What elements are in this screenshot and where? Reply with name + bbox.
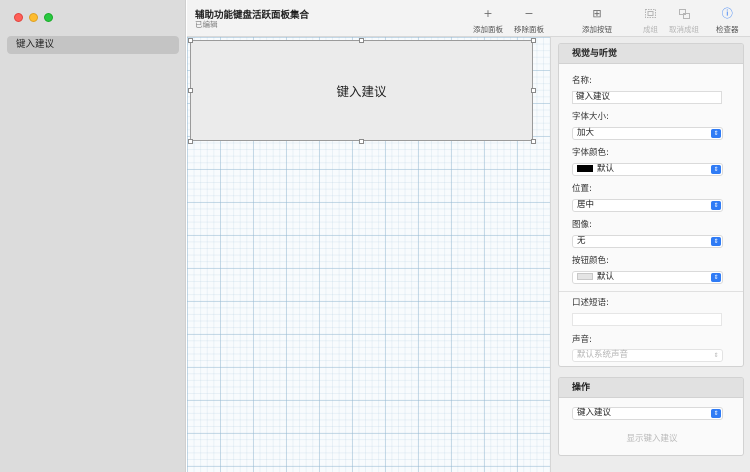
chevron-updown-icon: ⇕ (711, 165, 721, 174)
position-value: 居中 (577, 200, 595, 210)
group-label: 成组 (643, 25, 658, 34)
spoken-phrase-field[interactable] (572, 313, 722, 326)
image-value: 无 (577, 236, 586, 246)
sound-label: 声音: (572, 335, 592, 345)
add-button-label: 添加按钮 (582, 25, 612, 34)
panel-canvas[interactable]: 键入建议 (187, 37, 550, 472)
minimize-window-button[interactable] (29, 13, 38, 22)
resize-handle-right[interactable] (531, 88, 536, 93)
inspector-button[interactable]: ⓘ 检查器 (716, 6, 739, 35)
resize-handle-top-right[interactable] (531, 38, 536, 43)
close-window-button[interactable] (14, 13, 23, 22)
chevron-updown-icon: ⇕ (713, 352, 719, 359)
panel-button[interactable]: 键入建议 (191, 41, 532, 140)
add-panel-label: 添加面板 (473, 25, 503, 34)
chevron-updown-icon: ⇕ (711, 129, 721, 138)
info-icon: ⓘ (721, 7, 733, 20)
app-window: 键入建议 辅助功能键盘活跃面板集合 已编辑 + 添加面板 − 移除面板 ⊞ 添加… (0, 0, 750, 472)
button-color-swatch (577, 273, 593, 280)
zoom-window-button[interactable] (44, 13, 53, 22)
plus-icon: + (483, 7, 493, 20)
font-size-popup[interactable]: 加大 ⇕ (572, 127, 723, 140)
group-icon (645, 6, 656, 21)
chevron-updown-icon: ⇕ (711, 409, 721, 418)
resize-handle-bottom-right[interactable] (531, 139, 536, 144)
toolbar: 辅助功能键盘活跃面板集合 已编辑 + 添加面板 − 移除面板 ⊞ 添加按钮 成组… (187, 0, 750, 37)
sidebar: 键入建议 (0, 0, 186, 472)
resize-handle-top-left[interactable] (188, 38, 193, 43)
resize-handle-left[interactable] (188, 88, 193, 93)
minus-icon: − (524, 7, 534, 20)
ungroup-label: 取消成组 (669, 25, 699, 34)
inspector-pane: 视觉与听觉 名称: 键入建议 字体大小: 加大 ⇕ 字体颜色: 默认 ⇕ 位置:… (551, 37, 750, 472)
name-field[interactable]: 键入建议 (572, 91, 722, 104)
button-color-popup[interactable]: 默认 ⇕ (572, 271, 723, 284)
sound-popup[interactable]: 默认系统声音 ⇕ (572, 349, 723, 362)
add-button-icon: ⊞ (592, 7, 602, 20)
show-suggestions-button[interactable]: 显示键入建议 (559, 432, 743, 444)
divider (559, 291, 743, 292)
remove-panel-button[interactable]: − 移除面板 (514, 6, 544, 35)
add-panel-button[interactable]: + 添加面板 (473, 6, 503, 35)
chevron-updown-icon: ⇕ (711, 273, 721, 282)
window-controls (14, 13, 53, 22)
spoken-phrase-label: 口述短语: (572, 298, 609, 308)
image-popup[interactable]: 无 ⇕ (572, 235, 723, 248)
resize-handle-top[interactable] (359, 38, 364, 43)
panel-frame[interactable]: 键入建议 (190, 40, 533, 141)
resize-handle-bottom-left[interactable] (188, 139, 193, 144)
remove-panel-label: 移除面板 (514, 25, 544, 34)
button-color-label: 按钮颜色: (572, 256, 609, 266)
font-color-swatch (577, 165, 593, 172)
sidebar-item-panel[interactable]: 键入建议 (7, 36, 179, 54)
font-color-popup[interactable]: 默认 ⇕ (572, 163, 723, 176)
group-button[interactable]: 成组 (643, 6, 658, 35)
chevron-updown-icon: ⇕ (711, 201, 721, 210)
font-color-label: 字体颜色: (572, 148, 609, 158)
action-group: 操作 键入建议 ⇕ 显示键入建议 (558, 377, 744, 456)
visual-audio-header: 视觉与听觉 (559, 44, 743, 64)
inspector-label: 检查器 (716, 25, 739, 34)
chevron-updown-icon: ⇕ (711, 237, 721, 246)
ungroup-button[interactable]: 取消成组 (669, 6, 699, 35)
image-label: 图像: (572, 220, 592, 230)
font-size-value: 加大 (577, 128, 595, 138)
font-size-label: 字体大小: (572, 112, 609, 122)
position-popup[interactable]: 居中 ⇕ (572, 199, 723, 212)
document-status: 已编辑 (195, 20, 218, 29)
visual-audio-group: 视觉与听觉 名称: 键入建议 字体大小: 加大 ⇕ 字体颜色: 默认 ⇕ 位置:… (558, 43, 744, 367)
add-button-button[interactable]: ⊞ 添加按钮 (582, 6, 612, 35)
position-label: 位置: (572, 184, 592, 194)
action-header: 操作 (559, 378, 743, 398)
action-value: 键入建议 (577, 408, 612, 418)
button-color-value: 默认 (597, 272, 615, 282)
resize-handle-bottom[interactable] (359, 139, 364, 144)
action-popup[interactable]: 键入建议 ⇕ (572, 407, 723, 420)
ungroup-icon (678, 6, 690, 21)
sound-value: 默认系统声音 (577, 350, 629, 360)
font-color-value: 默认 (597, 164, 615, 174)
name-label: 名称: (572, 76, 592, 86)
